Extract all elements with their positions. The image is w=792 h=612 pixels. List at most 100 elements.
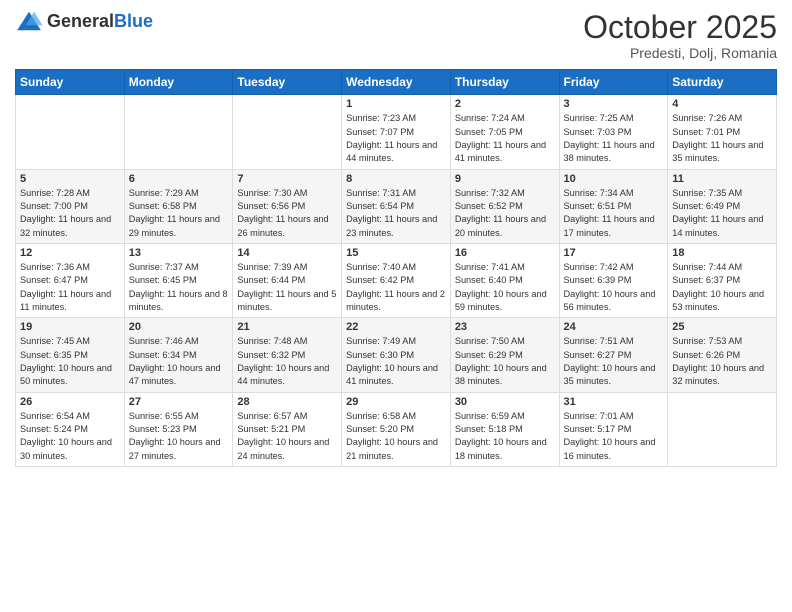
- day-info: Sunrise: 7:42 AM Sunset: 6:39 PM Dayligh…: [564, 261, 664, 314]
- day-number: 25: [672, 321, 772, 333]
- calendar-cell: 21Sunrise: 7:48 AM Sunset: 6:32 PM Dayli…: [233, 318, 342, 392]
- day-number: 5: [20, 173, 120, 185]
- day-info: Sunrise: 7:26 AM Sunset: 7:01 PM Dayligh…: [672, 112, 772, 165]
- day-number: 20: [129, 321, 229, 333]
- day-number: 6: [129, 173, 229, 185]
- day-info: Sunrise: 7:31 AM Sunset: 6:54 PM Dayligh…: [346, 187, 446, 240]
- day-info: Sunrise: 7:41 AM Sunset: 6:40 PM Dayligh…: [455, 261, 555, 314]
- calendar-cell: 17 Sunrise: 7:42 AM Sunset: 6:39 PM Dayli…: [559, 243, 668, 317]
- day-info: Sunrise: 7:45 AM Sunset: 6:35 PM Dayligh…: [20, 335, 120, 388]
- day-number: 16: [455, 247, 555, 259]
- calendar-cell: 19 Sunrise: 7:45 AM Sunset: 6:35 PM Dayli…: [16, 318, 125, 392]
- day-number: 13: [129, 247, 229, 259]
- day-number: 19: [20, 321, 120, 333]
- calendar-cell: 2 Sunrise: 7:24 AM Sunset: 7:05 PM Daylig…: [450, 95, 559, 169]
- day-info: Sunrise: 7:25 AM Sunset: 7:03 PM Dayligh…: [564, 112, 664, 165]
- day-number: 12: [20, 247, 120, 259]
- weekday-row: Sunday Monday Tuesday Wednesday Thursday…: [16, 70, 777, 95]
- calendar-cell: [233, 95, 342, 169]
- day-number: 28: [237, 396, 337, 408]
- day-info: Sunrise: 6:57 AM Sunset: 5:21 PM Dayligh…: [237, 410, 337, 463]
- day-info: Sunrise: 6:55 AM Sunset: 5:23 PM Dayligh…: [129, 410, 229, 463]
- day-info: Sunrise: 7:39 AM Sunset: 6:44 PM Dayligh…: [237, 261, 337, 314]
- calendar-cell: 20Sunrise: 7:46 AM Sunset: 6:34 PM Dayli…: [124, 318, 233, 392]
- day-info: Sunrise: 6:58 AM Sunset: 5:20 PM Dayligh…: [346, 410, 446, 463]
- day-info: Sunrise: 7:37 AM Sunset: 6:45 PM Dayligh…: [129, 261, 229, 314]
- day-number: 26: [20, 396, 120, 408]
- calendar-week-1: 1Sunrise: 7:23 AM Sunset: 7:07 PM Daylig…: [16, 95, 777, 169]
- calendar-cell: 11Sunrise: 7:35 AM Sunset: 6:49 PM Dayli…: [668, 169, 777, 243]
- col-tuesday: Tuesday: [233, 70, 342, 95]
- day-number: 30: [455, 396, 555, 408]
- calendar: Sunday Monday Tuesday Wednesday Thursday…: [15, 69, 777, 467]
- day-number: 23: [455, 321, 555, 333]
- calendar-week-4: 19 Sunrise: 7:45 AM Sunset: 6:35 PM Dayli…: [16, 318, 777, 392]
- day-info: Sunrise: 7:30 AM Sunset: 6:56 PM Dayligh…: [237, 187, 337, 240]
- day-info: Sunrise: 7:53 AM Sunset: 6:26 PM Dayligh…: [672, 335, 772, 388]
- calendar-cell: 31Sunrise: 7:01 AM Sunset: 5:17 PM Dayli…: [559, 392, 668, 466]
- col-wednesday: Wednesday: [342, 70, 451, 95]
- day-info: Sunrise: 7:28 AM Sunset: 7:00 PM Dayligh…: [20, 187, 120, 240]
- day-info: Sunrise: 7:24 AM Sunset: 7:05 PM Dayligh…: [455, 112, 555, 165]
- calendar-cell: [668, 392, 777, 466]
- calendar-cell: 6 Sunrise: 7:29 AM Sunset: 6:58 PM Daylig…: [124, 169, 233, 243]
- day-info: Sunrise: 7:51 AM Sunset: 6:27 PM Dayligh…: [564, 335, 664, 388]
- day-number: 31: [564, 396, 664, 408]
- calendar-cell: [124, 95, 233, 169]
- day-info: Sunrise: 7:50 AM Sunset: 6:29 PM Dayligh…: [455, 335, 555, 388]
- day-number: 7: [237, 173, 337, 185]
- day-number: 3: [564, 98, 664, 110]
- col-sunday: Sunday: [16, 70, 125, 95]
- calendar-cell: 24 Sunrise: 7:51 AM Sunset: 6:27 PM Dayli…: [559, 318, 668, 392]
- day-number: 15: [346, 247, 446, 259]
- day-info: Sunrise: 7:40 AM Sunset: 6:42 PM Dayligh…: [346, 261, 446, 314]
- calendar-cell: 4Sunrise: 7:26 AM Sunset: 7:01 PM Daylig…: [668, 95, 777, 169]
- calendar-week-2: 5 Sunrise: 7:28 AM Sunset: 7:00 PM Daylig…: [16, 169, 777, 243]
- day-number: 17: [564, 247, 664, 259]
- calendar-cell: 15 Sunrise: 7:40 AM Sunset: 6:42 PM Dayli…: [342, 243, 451, 317]
- day-info: Sunrise: 7:36 AM Sunset: 6:47 PM Dayligh…: [20, 261, 120, 314]
- day-info: Sunrise: 7:49 AM Sunset: 6:30 PM Dayligh…: [346, 335, 446, 388]
- day-number: 14: [237, 247, 337, 259]
- day-info: Sunrise: 7:34 AM Sunset: 6:51 PM Dayligh…: [564, 187, 664, 240]
- calendar-cell: 12 Sunrise: 7:36 AM Sunset: 6:47 PM Dayli…: [16, 243, 125, 317]
- day-number: 11: [672, 173, 772, 185]
- day-number: 8: [346, 173, 446, 185]
- day-number: 18: [672, 247, 772, 259]
- calendar-header: Sunday Monday Tuesday Wednesday Thursday…: [16, 70, 777, 95]
- calendar-cell: [16, 95, 125, 169]
- day-info: Sunrise: 7:29 AM Sunset: 6:58 PM Dayligh…: [129, 187, 229, 240]
- calendar-cell: 26Sunrise: 6:54 AM Sunset: 5:24 PM Dayli…: [16, 392, 125, 466]
- col-friday: Friday: [559, 70, 668, 95]
- page: GeneralBlue October 2025 Predesti, Dolj,…: [0, 0, 792, 612]
- calendar-cell: 13 Sunrise: 7:37 AM Sunset: 6:45 PM Dayli…: [124, 243, 233, 317]
- calendar-cell: 25 Sunrise: 7:53 AM Sunset: 6:26 PM Dayli…: [668, 318, 777, 392]
- logo-text: GeneralBlue: [47, 11, 153, 32]
- calendar-cell: 18 Sunrise: 7:44 AM Sunset: 6:37 PM Dayli…: [668, 243, 777, 317]
- day-number: 24: [564, 321, 664, 333]
- calendar-cell: 14 Sunrise: 7:39 AM Sunset: 6:44 PM Dayli…: [233, 243, 342, 317]
- header: GeneralBlue October 2025 Predesti, Dolj,…: [15, 10, 777, 61]
- calendar-cell: 5 Sunrise: 7:28 AM Sunset: 7:00 PM Daylig…: [16, 169, 125, 243]
- calendar-week-5: 26Sunrise: 6:54 AM Sunset: 5:24 PM Dayli…: [16, 392, 777, 466]
- logo-icon: [15, 10, 43, 32]
- calendar-cell: 30 Sunrise: 6:59 AM Sunset: 5:18 PM Dayli…: [450, 392, 559, 466]
- calendar-cell: 28 Sunrise: 6:57 AM Sunset: 5:21 PM Dayli…: [233, 392, 342, 466]
- calendar-cell: 9Sunrise: 7:32 AM Sunset: 6:52 PM Daylig…: [450, 169, 559, 243]
- calendar-cell: 1Sunrise: 7:23 AM Sunset: 7:07 PM Daylig…: [342, 95, 451, 169]
- calendar-body: 1Sunrise: 7:23 AM Sunset: 7:07 PM Daylig…: [16, 95, 777, 467]
- calendar-cell: 3 Sunrise: 7:25 AM Sunset: 7:03 PM Daylig…: [559, 95, 668, 169]
- calendar-cell: 27 Sunrise: 6:55 AM Sunset: 5:23 PM Dayli…: [124, 392, 233, 466]
- calendar-week-3: 12 Sunrise: 7:36 AM Sunset: 6:47 PM Dayli…: [16, 243, 777, 317]
- calendar-cell: 8 Sunrise: 7:31 AM Sunset: 6:54 PM Daylig…: [342, 169, 451, 243]
- day-info: Sunrise: 7:23 AM Sunset: 7:07 PM Dayligh…: [346, 112, 446, 165]
- calendar-cell: 10Sunrise: 7:34 AM Sunset: 6:51 PM Dayli…: [559, 169, 668, 243]
- logo-blue: Blue: [114, 11, 153, 31]
- day-info: Sunrise: 6:59 AM Sunset: 5:18 PM Dayligh…: [455, 410, 555, 463]
- day-number: 2: [455, 98, 555, 110]
- col-saturday: Saturday: [668, 70, 777, 95]
- calendar-cell: 16 Sunrise: 7:41 AM Sunset: 6:40 PM Dayli…: [450, 243, 559, 317]
- day-number: 27: [129, 396, 229, 408]
- day-info: Sunrise: 7:44 AM Sunset: 6:37 PM Dayligh…: [672, 261, 772, 314]
- day-info: Sunrise: 7:32 AM Sunset: 6:52 PM Dayligh…: [455, 187, 555, 240]
